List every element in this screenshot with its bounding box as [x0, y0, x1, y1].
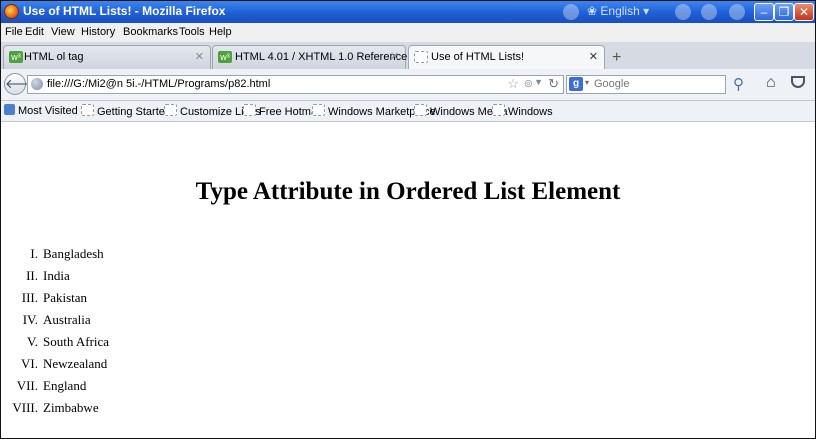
- tab-label: HTML ol tag: [24, 51, 84, 63]
- list-item-number: III.: [21, 290, 38, 305]
- ghost-icon: [729, 4, 745, 20]
- bookmark-page-icon: [492, 104, 505, 116]
- menu-edit[interactable]: Edit: [25, 26, 44, 38]
- bookmark-label: Windows: [508, 106, 553, 118]
- list-item-text: Zimbabwe: [43, 400, 99, 415]
- navigation-bar: 🡐 file:///G:/Mi2@n 5i.-/HTML/Programs/p8…: [1, 69, 815, 101]
- list-item-text: Newzealand: [43, 356, 108, 371]
- bookmark-label: Most Visited: [18, 105, 78, 117]
- tab-close-icon[interactable]: ✕: [195, 50, 204, 63]
- w3schools-icon: w³: [218, 51, 232, 63]
- menu-tools[interactable]: Tools: [179, 26, 205, 38]
- bookmark-most-visited[interactable]: Most Visited: [4, 104, 78, 117]
- list-item-text: Pakistan: [43, 290, 88, 305]
- address-bar[interactable]: file:///G:/Mi2@n 5i.-/HTML/Programs/p82.…: [27, 75, 564, 94]
- google-icon[interactable]: g: [569, 77, 583, 91]
- back-button[interactable]: 🡐: [4, 73, 40, 95]
- url-text: file:///G:/Mi2@n 5i.-/HTML/Programs/p82.…: [47, 78, 271, 90]
- pocket-icon[interactable]: [791, 76, 805, 88]
- bookmark-page-icon: [312, 104, 325, 116]
- bookmark-getting-started[interactable]: Getting Started: [81, 104, 171, 118]
- bookmark-page-icon: [414, 104, 427, 116]
- search-icon[interactable]: ⚲: [733, 75, 744, 93]
- window-title: Use of HTML Lists! - Mozilla Firefox: [23, 4, 226, 18]
- menu-bookmarks[interactable]: Bookmarks: [123, 26, 178, 38]
- list-item-text: Australia: [43, 312, 91, 327]
- menu-file[interactable]: File: [5, 26, 23, 38]
- list-item-number: VII.: [16, 378, 38, 393]
- ghost-icon: [675, 4, 691, 20]
- chevron-down-icon[interactable]: ▾: [585, 78, 589, 87]
- menu-bar: File Edit View History Bookmarks Tools H…: [1, 23, 815, 42]
- tab-close-icon[interactable]: ✕: [589, 50, 598, 63]
- list-item-text: India: [43, 268, 70, 283]
- w3schools-icon: w³: [9, 51, 23, 63]
- blank-page-icon: [414, 51, 428, 63]
- menu-help[interactable]: Help: [209, 26, 232, 38]
- tab-close-icon[interactable]: ✕: [390, 50, 399, 63]
- page-content: Type Attribute in Ordered List Element I…: [1, 122, 815, 438]
- bookmark-star-icon[interactable]: ☆: [507, 76, 519, 92]
- list-item-number: VIII.: [12, 400, 38, 415]
- most-visited-icon: [4, 104, 15, 115]
- tab-strip: w³ HTML ol tag ✕ w³ HTML 4.01 / XHTML 1.…: [1, 42, 815, 70]
- bookmark-free-hotmail[interactable]: Free Hotmail: [243, 104, 322, 118]
- new-tab-button[interactable]: +: [612, 49, 621, 67]
- home-icon[interactable]: ⌂: [766, 74, 776, 92]
- page-heading: Type Attribute in Ordered List Element: [195, 178, 621, 205]
- reload-icon[interactable]: ↻: [548, 76, 559, 92]
- bookmark-label: Getting Started: [97, 106, 171, 118]
- minimize-button[interactable]: –: [754, 3, 774, 21]
- bookmark-windows[interactable]: Windows: [492, 104, 553, 118]
- list-item-number: IV.: [22, 312, 38, 327]
- close-button[interactable]: ✕: [794, 3, 814, 21]
- maximize-button[interactable]: ❐: [774, 3, 794, 21]
- feed-icon[interactable]: ⊚: [524, 77, 533, 90]
- bookmark-page-icon: [81, 104, 94, 116]
- browser-window: Use of HTML Lists! - Mozilla Firefox ❀ E…: [0, 0, 816, 439]
- tab-html-reference[interactable]: w³ HTML 4.01 / XHTML 1.0 Reference ✕: [212, 45, 408, 69]
- menu-view[interactable]: View: [51, 26, 75, 38]
- bookmark-page-icon: [164, 104, 177, 116]
- toolbar-ghost-icon: [563, 4, 579, 20]
- language-indicator[interactable]: ❀ English ▾: [587, 4, 649, 18]
- title-bar: Use of HTML Lists! - Mozilla Firefox ❀ E…: [1, 1, 815, 23]
- firefox-icon[interactable]: [4, 4, 19, 19]
- tab-label: Use of HTML Lists!: [431, 51, 525, 63]
- language-label: English: [600, 4, 640, 18]
- ghost-icon: [701, 4, 717, 20]
- bookmarks-toolbar: Most Visited Getting Started Customize L…: [1, 101, 815, 122]
- list-item-number: VI.: [21, 356, 38, 371]
- list-item-text: England: [43, 378, 87, 393]
- search-placeholder: Google: [594, 78, 630, 90]
- list-item-text: Bangladesh: [43, 246, 104, 261]
- tab-label: HTML 4.01 / XHTML 1.0 Reference: [235, 51, 408, 63]
- globe-icon: [31, 78, 43, 90]
- search-bar[interactable]: g ▾ Google: [566, 75, 726, 94]
- list-item-number: I.: [30, 246, 38, 261]
- list-item-text: South Africa: [43, 334, 110, 349]
- history-dropdown-icon[interactable]: ▼: [534, 77, 543, 87]
- list-item-number: V.: [27, 334, 38, 349]
- list-item-number: II.: [26, 268, 38, 283]
- bookmark-page-icon: [243, 104, 256, 116]
- menu-history[interactable]: History: [81, 26, 115, 38]
- tab-use-of-html-lists[interactable]: Use of HTML Lists! ✕: [408, 45, 605, 70]
- tab-html-ol-tag[interactable]: w³ HTML ol tag ✕: [3, 45, 211, 69]
